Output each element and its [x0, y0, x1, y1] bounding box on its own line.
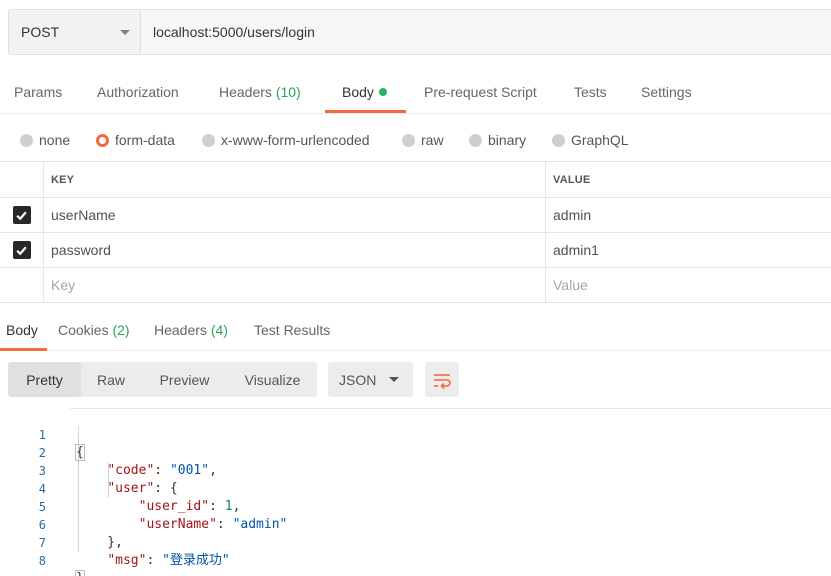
radio-binary[interactable]: binary — [469, 132, 526, 148]
response-headers-count: (4) — [210, 322, 228, 338]
tab-pre-request-script[interactable]: Pre-request Script — [424, 84, 537, 113]
radio-form-data[interactable]: form-data — [96, 132, 175, 148]
view-raw-button[interactable]: Raw — [81, 362, 141, 397]
table-header-row: KEY VALUE — [0, 162, 831, 198]
radio-x-www-form-urlencoded[interactable]: x-www-form-urlencoded — [202, 132, 370, 148]
check-icon — [16, 211, 27, 220]
radio-circle-icon — [20, 133, 33, 147]
chevron-down-icon — [120, 29, 130, 35]
response-tab-headers[interactable]: Headers (4) — [154, 322, 228, 338]
tab-params[interactable]: Params — [14, 84, 62, 113]
code-line: 6 }, — [38, 518, 123, 550]
row-checkbox[interactable] — [12, 206, 31, 224]
form-data-table: KEY VALUE userName admin password admin1… — [0, 161, 831, 303]
header-check-cell — [0, 162, 44, 197]
check-icon — [16, 246, 27, 255]
code-line: 4 "user_id": 1, — [38, 482, 241, 514]
response-tabs: Body Cookies (2) Headers (4) Test Result… — [0, 304, 831, 351]
response-code-view[interactable]: 1 { 2 "code": "001", 3 "user": { 4 "user… — [0, 408, 831, 576]
code-line: 7 "msg": "登录成功" — [38, 536, 230, 568]
wrap-lines-icon — [434, 373, 451, 389]
chevron-down-icon — [389, 377, 399, 382]
tab-settings[interactable]: Settings — [641, 84, 692, 113]
view-visualize-button[interactable]: Visualize — [228, 362, 317, 397]
value-cell[interactable]: admin1 — [546, 233, 831, 267]
value-cell[interactable]: admin — [546, 198, 831, 232]
close-brace: } — [75, 570, 85, 576]
value-column-header: VALUE — [553, 173, 591, 186]
radio-circle-icon — [552, 133, 565, 147]
request-url-bar: POST localhost:5000/users/login — [8, 9, 831, 55]
radio-circle-icon — [202, 133, 215, 147]
response-tab-test-results[interactable]: Test Results — [254, 322, 330, 338]
code-line: 1 { — [38, 428, 85, 461]
new-key-input[interactable]: Key — [44, 268, 546, 302]
tab-authorization[interactable]: Authorization — [97, 84, 179, 113]
new-value-input[interactable]: Value — [546, 268, 831, 302]
cookies-count: (2) — [112, 322, 130, 338]
code-line: 2 "code": "001", — [38, 446, 217, 478]
body-type-radios: none form-data x-www-form-urlencoded raw… — [0, 128, 831, 154]
method-label: POST — [21, 24, 60, 40]
active-tab-underline — [325, 110, 406, 113]
table-row: userName admin — [0, 198, 831, 233]
radio-circle-icon — [402, 133, 415, 147]
wrap-lines-button[interactable] — [425, 362, 459, 397]
response-tab-cookies[interactable]: Cookies (2) — [58, 322, 130, 338]
response-tab-body[interactable]: Body — [6, 322, 38, 338]
radio-raw[interactable]: raw — [402, 132, 444, 148]
active-response-tab-underline — [0, 348, 47, 351]
table-row: password admin1 — [0, 233, 831, 268]
body-active-dot — [378, 88, 387, 96]
radio-graphql[interactable]: GraphQL — [552, 132, 629, 148]
row-checkbox[interactable] — [12, 241, 31, 259]
key-column-header: KEY — [44, 162, 546, 197]
tab-body[interactable]: Body — [342, 84, 387, 113]
radio-none[interactable]: none — [20, 132, 70, 148]
view-mode-group: Pretty Raw Preview Visualize — [8, 362, 317, 397]
row-checkbox-cell — [0, 233, 44, 267]
url-input[interactable]: localhost:5000/users/login — [141, 10, 831, 54]
radio-selected-icon — [96, 133, 109, 147]
headers-count: (10) — [275, 84, 301, 100]
url-text: localhost:5000/users/login — [153, 24, 315, 40]
row-checkbox-cell — [0, 268, 44, 302]
view-pretty-button[interactable]: Pretty — [8, 362, 81, 397]
code-line: 8 } — [0, 534, 831, 576]
code-line: 5 "userName": "admin" — [38, 500, 288, 532]
tab-tests[interactable]: Tests — [574, 84, 607, 113]
format-select[interactable]: JSON — [328, 362, 413, 397]
method-select[interactable]: POST — [9, 10, 141, 54]
format-label: JSON — [339, 371, 377, 388]
radio-circle-icon — [469, 133, 482, 147]
code-line: 3 "user": { — [38, 464, 178, 496]
request-tabs: Params Authorization Headers (10) Body P… — [0, 76, 831, 114]
view-preview-button[interactable]: Preview — [141, 362, 228, 397]
row-checkbox-cell — [0, 198, 44, 232]
key-cell[interactable]: userName — [44, 198, 546, 232]
new-row: Key Value — [0, 268, 831, 303]
tab-headers[interactable]: Headers (10) — [219, 84, 301, 113]
key-cell[interactable]: password — [44, 233, 546, 267]
